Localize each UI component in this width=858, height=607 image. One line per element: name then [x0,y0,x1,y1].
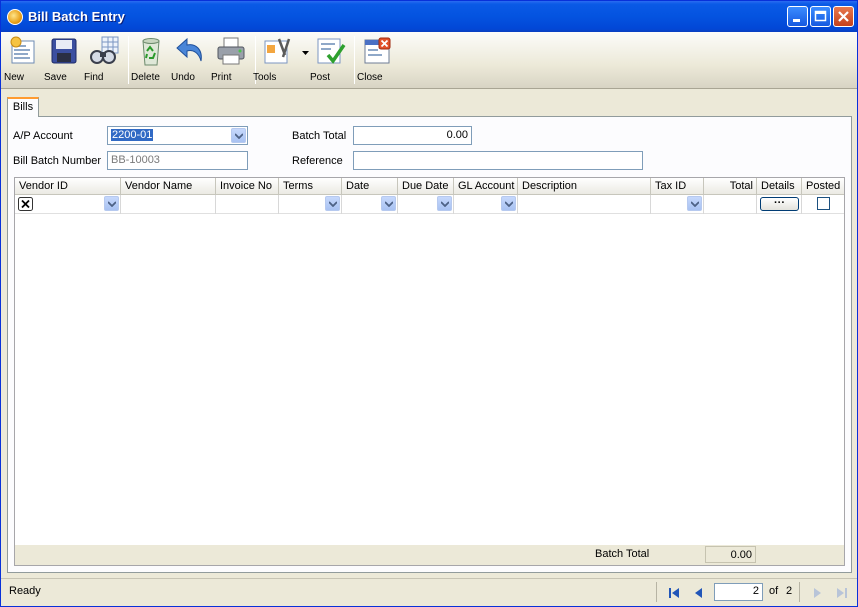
ap-account-label: A/P Account [13,130,73,142]
bills-grid[interactable]: Vendor ID Vendor Name Invoice No Terms D… [14,177,845,566]
post-button[interactable]: Post [310,35,350,87]
total-cell[interactable] [704,195,757,214]
undo-arrow-icon [176,37,202,62]
find-button[interactable]: Find [84,35,124,87]
gl-account-dropdown[interactable] [501,196,516,211]
grid-footer: Batch Total 0.00 [15,545,844,565]
col-due-date[interactable]: Due Date [398,178,454,195]
invoice-no-cell[interactable] [216,195,279,214]
last-page-icon[interactable] [833,585,849,601]
date-cell[interactable] [342,195,398,214]
col-vendor-id[interactable]: Vendor ID [15,178,121,195]
grid-header: Vendor ID Vendor Name Invoice No Terms D… [15,178,844,195]
first-page-icon[interactable] [667,585,683,601]
vendor-id-cell[interactable] [15,195,121,214]
due-date-cell[interactable] [398,195,454,214]
tools-icon [264,38,291,64]
save-button[interactable]: Save [44,35,84,87]
printer-icon [217,37,245,65]
description-cell[interactable] [518,195,651,214]
tax-id-dropdown[interactable] [687,196,702,211]
chevron-down-icon [691,201,699,207]
binoculars-icon [90,36,119,64]
new-button[interactable]: New [4,35,44,87]
gl-account-cell[interactable] [454,195,518,214]
col-total[interactable]: Total [704,178,757,195]
chevron-down-icon [108,201,116,207]
ap-account-dropdown[interactable] [231,128,246,143]
tools-button[interactable]: Tools [253,35,309,87]
batch-total-field[interactable]: 0.00 [353,126,472,145]
chevron-down-icon [385,201,393,207]
reference-field[interactable] [353,151,643,170]
col-invoice-no[interactable]: Invoice No [216,178,279,195]
details-button[interactable]: ··· [760,197,799,211]
ap-account-combo[interactable]: 2200-01 [107,126,248,145]
terms-dropdown[interactable] [325,196,340,211]
status-separator [799,582,800,602]
vendor-id-dropdown[interactable] [104,196,119,211]
floppy-disk-icon [51,38,77,64]
due-date-dropdown[interactable] [437,196,452,211]
total-pages: 2 [786,585,793,597]
tab-bills[interactable]: Bills [7,97,39,117]
footer-batch-total-label: Batch Total [595,548,650,560]
status-text: Ready [9,585,41,597]
batch-total-label: Batch Total [292,130,347,142]
details-cell: ··· [757,195,802,214]
posted-cell [802,195,844,214]
col-gl-account[interactable]: GL Account [454,178,518,195]
table-row[interactable]: ··· [15,195,844,214]
chevron-down-icon [329,201,337,207]
page-number-input[interactable]: 2 [714,583,763,601]
col-terms[interactable]: Terms [279,178,342,195]
toolbar-separator [354,36,355,84]
next-page-icon[interactable] [809,585,825,601]
window-title: Bill Batch Entry [28,9,125,24]
status-bar: Ready 2 of 2 [1,578,857,606]
toolbar: New Save Find Delete Undo Print Tools Po… [1,32,857,89]
print-button[interactable]: Print [211,35,251,87]
col-vendor-name[interactable]: Vendor Name [121,178,216,195]
date-dropdown[interactable] [381,196,396,211]
page-of-label: of [769,585,779,597]
close-window-button[interactable] [833,6,854,27]
maximize-button[interactable] [810,6,831,27]
chevron-down-icon [235,133,243,139]
previous-page-icon[interactable] [691,585,707,601]
terms-cell[interactable] [279,195,342,214]
recycle-bin-icon [142,38,160,66]
close-button[interactable]: Close [357,35,397,87]
chevron-down-icon [441,201,449,207]
ap-account-value: 2200-01 [111,129,154,141]
col-posted[interactable]: Posted [802,178,844,195]
col-details[interactable]: Details [757,178,802,195]
bill-batch-number-field[interactable]: BB-10003 [107,151,248,170]
reference-label: Reference [292,155,343,167]
new-document-icon [10,36,35,64]
col-date[interactable]: Date [342,178,398,195]
title-bar: Bill Batch Entry [1,1,857,32]
close-row-icon[interactable] [18,197,33,211]
posted-checkbox[interactable] [817,197,830,210]
chevron-down-icon [505,201,513,207]
chevron-down-icon[interactable] [302,51,309,55]
minimize-button[interactable] [787,6,808,27]
toolbar-separator [128,36,129,84]
bills-panel: A/P Account 2200-01 Bill Batch Number BB… [7,116,852,573]
vendor-name-cell[interactable] [121,195,216,214]
tax-id-cell[interactable] [651,195,704,214]
bill-batch-number-label: Bill Batch Number [13,155,102,167]
col-tax-id[interactable]: Tax ID [651,178,704,195]
status-separator [656,582,657,602]
app-icon [7,9,23,25]
bill-batch-entry-window: Bill Batch Entry New Save Find Delete Un… [0,0,858,607]
footer-batch-total-value: 0.00 [705,546,756,563]
undo-button[interactable]: Undo [171,35,211,87]
delete-button[interactable]: Delete [131,35,171,87]
col-description[interactable]: Description [518,178,651,195]
close-form-icon [364,37,391,64]
post-checkmark-icon [317,38,346,64]
